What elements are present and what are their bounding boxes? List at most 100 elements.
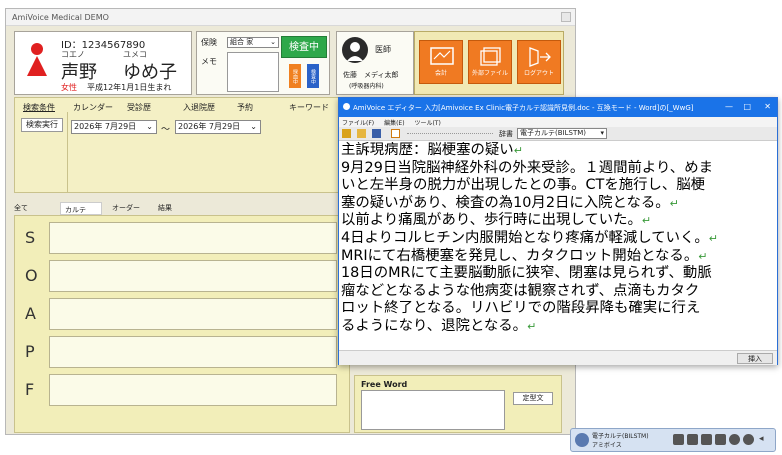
soap-label-p: P	[25, 342, 35, 361]
logout-icon	[529, 47, 551, 67]
editor-menubar: ファイル(F) 編集(E) ツール(T)	[339, 117, 777, 127]
soap-o-field[interactable]	[49, 260, 337, 292]
dictionary-select[interactable]: 電子カルテ(BILSTM) ▾	[517, 128, 607, 139]
memo-label: メモ	[201, 57, 217, 66]
tab-result[interactable]: 結果	[158, 203, 172, 213]
save-icon[interactable]	[372, 129, 381, 138]
insert-button[interactable]: 挿入	[737, 353, 773, 364]
billing-button[interactable]: 会計	[419, 40, 463, 84]
line-text: ロット終了となる。リハビリでの階段昇降も確実に行え	[341, 300, 701, 317]
main-window-title: AmiVoice Medical DEMO	[6, 9, 575, 26]
free-word-field[interactable]	[361, 390, 505, 430]
doctor-role: 医師	[375, 45, 391, 54]
menu-tools[interactable]: ツール(T)	[414, 120, 440, 127]
tab-reservation[interactable]: 予約	[237, 102, 253, 113]
search-execute-button[interactable]: 検索実行	[21, 118, 63, 132]
date-to-select[interactable]: 2026年 7月29日 ⌄	[175, 120, 261, 134]
kensa-status-button[interactable]: 検査中	[281, 36, 327, 58]
text-line: MRIにて右橋梗塞を発見し、カタクロット開始となる。↵	[341, 248, 775, 266]
editor-text-area[interactable]: 主訴現病歴：脳梗塞の疑い↵ 9月29日当院脳神経外科の外来受診。１週間前より、め…	[341, 142, 775, 348]
search-divider	[67, 112, 68, 192]
date-from-select[interactable]: 2026年 7月29日 ⌄	[71, 120, 157, 134]
dictionary-label: 辞書	[499, 130, 513, 138]
logout-label: ログアウト	[523, 70, 554, 77]
soap-a-field[interactable]	[49, 298, 337, 330]
soap-label-s: S	[25, 228, 36, 247]
tab-search-conditions[interactable]: 検索条件	[23, 102, 55, 113]
editor-toolbar: 辞書 電子カルテ(BILSTM) ▾	[339, 127, 777, 141]
billing-label: 会計	[434, 70, 447, 77]
insurance-select[interactable]: 組合 家 ⌄	[227, 37, 279, 48]
tab-all[interactable]: 全て	[14, 203, 28, 213]
menu-file[interactable]: ファイル(F)	[342, 120, 374, 127]
menu-edit[interactable]: 編集(E)	[384, 120, 404, 127]
logout-button[interactable]: ログアウト	[517, 40, 561, 84]
soap-p-field[interactable]	[49, 336, 337, 368]
external-file-button[interactable]: 外部ファイル	[468, 40, 512, 84]
free-word-label: Free Word	[361, 380, 408, 389]
line-text: 以前より痛風があり、歩行時に出現していた。	[341, 212, 642, 229]
main-close-button[interactable]	[561, 12, 571, 22]
patient-birthdate: 平成12年1月1日生まれ	[87, 83, 172, 92]
line-text: 9月29日当院脳神経外科の外来受診。１週間前より、めま	[341, 159, 713, 176]
date-from-value: 2026年 7月29日	[74, 122, 137, 131]
exam-button[interactable]: 検査中	[307, 64, 319, 88]
microphone-icon[interactable]	[575, 433, 589, 447]
return-mark: ↵	[669, 196, 679, 210]
date-to-value: 2026年 7月29日	[178, 122, 241, 131]
files-icon	[480, 47, 501, 66]
blood-draw-button[interactable]: 採血中	[289, 64, 301, 88]
soap-f-field[interactable]	[49, 374, 337, 406]
soap-label-f: F	[25, 380, 35, 399]
patient-panel: ID：1234567890 コエノ ユメコ 声野 ゆめ子 女性 平成12年1月1…	[14, 31, 192, 95]
external-file-label: 外部ファイル	[471, 70, 508, 77]
insurance-label: 保険	[201, 38, 217, 47]
user-icon[interactable]	[701, 434, 712, 445]
gear-icon[interactable]	[743, 434, 754, 445]
equalizer-icon[interactable]	[715, 434, 726, 445]
open-icon[interactable]	[357, 129, 366, 138]
chevron-down-icon: ⌄	[250, 122, 257, 131]
search-icon[interactable]	[729, 434, 740, 445]
soap-s-field[interactable]	[49, 222, 337, 254]
play-icon[interactable]	[391, 129, 400, 138]
return-mark: ↵	[513, 144, 523, 157]
text-line: いと左半身の脱力が出現したとの事。CTを施行し、脳梗	[341, 177, 775, 195]
return-mark: ↵	[708, 231, 718, 245]
maximize-button[interactable]: □	[743, 102, 751, 111]
soap-label-o: O	[25, 266, 38, 285]
chevron-down-icon: ⌄	[146, 122, 153, 131]
widget-dictionary: 電子カルテ(BILSTM)	[592, 433, 649, 440]
amivoice-mini-bar: 電子カルテ(BILSTM) アミボイス ◂	[570, 428, 776, 452]
return-mark: ↵	[698, 249, 708, 263]
tab-order[interactable]: オーダー	[112, 203, 140, 213]
memo-field[interactable]	[227, 52, 279, 92]
line-text: 瘤などとなるような他病変は観察されず、点滴もカタク	[341, 282, 700, 299]
billing-icon	[430, 47, 454, 65]
insurance-value: 組合 家	[230, 38, 254, 46]
search-panel: 検索条件 カレンダー 受診歴 入退院歴 予約 キーワード 検索実行 2026年 …	[14, 97, 340, 193]
return-mark: ↵	[527, 319, 537, 333]
doctor-dept: (呼吸器内科)	[349, 83, 384, 90]
dictionary-value: 電子カルテ(BILSTM)	[520, 129, 586, 137]
tab-visit-history[interactable]: 受診歴	[127, 102, 151, 113]
chevron-down-icon: ⌄	[270, 38, 276, 46]
minimize-button[interactable]: —	[725, 102, 733, 111]
patient-name-family: 声野	[61, 62, 97, 83]
chevron-left-icon[interactable]: ◂	[759, 434, 764, 444]
text-line: 4日よりコルヒチン内服開始となり疼痛が軽減していく。↵	[341, 230, 775, 248]
line-text: 18日のMRにて主要脳動脈に狭窄、閉塞は見られず、動脈	[341, 265, 712, 282]
template-button[interactable]: 定型文	[513, 392, 553, 405]
window-icon[interactable]	[687, 434, 698, 445]
tab-keyword[interactable]: キーワード	[289, 102, 329, 113]
close-button[interactable]: ✕	[764, 102, 771, 111]
text-line: 瘤などとなるような他病変は観察されず、点滴もカタク	[341, 283, 775, 301]
line-text: いと左半身の脱力が出現したとの事。CTを施行し、脳梗	[341, 177, 706, 194]
new-icon[interactable]	[342, 129, 351, 138]
pencil-icon[interactable]	[673, 434, 684, 445]
editor-app-icon	[343, 103, 350, 110]
tab-admission-history[interactable]: 入退院歴	[183, 102, 215, 113]
tab-calendar[interactable]: カレンダー	[73, 102, 113, 113]
tab-karte[interactable]: カルテ	[60, 202, 102, 215]
line-text: るようになり、退院となる。	[341, 317, 528, 334]
